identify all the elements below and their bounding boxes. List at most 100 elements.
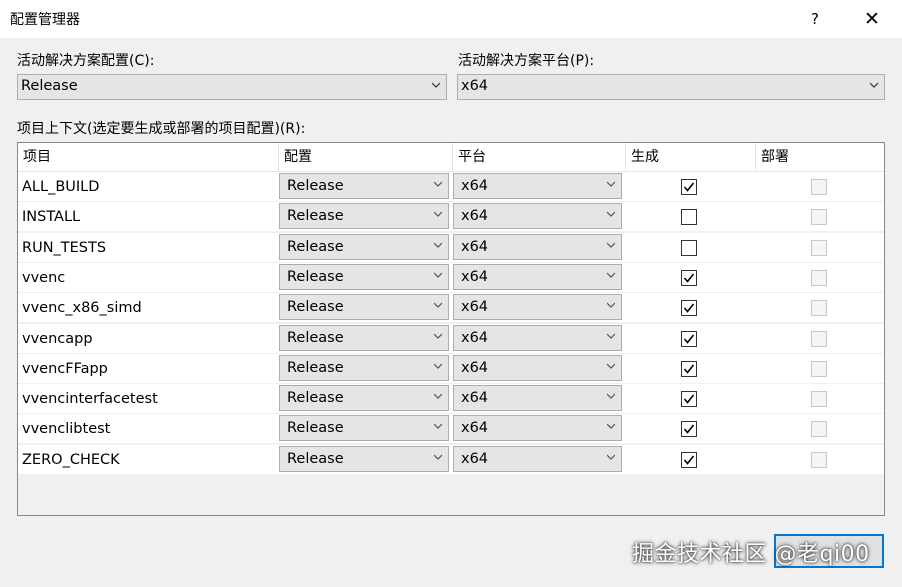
checkmark-icon: [683, 303, 695, 313]
row-config-value: Release: [287, 329, 344, 346]
row-platform-dropdown[interactable]: x64: [453, 203, 622, 230]
row-platform-dropdown[interactable]: x64: [453, 354, 622, 381]
row-config-value: Release: [287, 420, 344, 437]
row-config-value: Release: [287, 390, 344, 407]
table-row[interactable]: vvenc_x86_simd Release x64: [18, 293, 884, 324]
column-header-platform[interactable]: 平台: [453, 143, 626, 171]
row-config-dropdown[interactable]: Release: [279, 294, 449, 321]
row-config-dropdown[interactable]: Release: [279, 324, 449, 351]
active-platform-label: 活动解决方案平台(P):: [458, 53, 595, 69]
build-checkbox[interactable]: [681, 330, 697, 347]
row-platform-value: x64: [461, 390, 489, 407]
row-config-dropdown[interactable]: Release: [279, 385, 449, 412]
row-platform-value: x64: [461, 268, 489, 285]
project-name-cell: vvencapp: [22, 330, 93, 347]
row-platform-value: x64: [461, 450, 489, 467]
row-platform-dropdown[interactable]: x64: [453, 173, 622, 199]
table-row[interactable]: ZERO_CHECK Release x64: [18, 444, 884, 475]
deploy-checkbox: [811, 269, 827, 286]
build-checkbox[interactable]: [681, 209, 697, 226]
chevron-down-icon: [607, 423, 615, 430]
build-checkbox[interactable]: [681, 269, 697, 286]
deploy-checkbox: [811, 179, 827, 195]
active-config-dropdown[interactable]: Release: [17, 74, 447, 100]
table-row[interactable]: RUN_TESTS Release x64: [18, 232, 884, 263]
build-checkbox[interactable]: [681, 179, 697, 195]
row-platform-dropdown[interactable]: x64: [453, 294, 622, 321]
deploy-checkbox: [811, 360, 827, 377]
project-name-cell: RUN_TESTS: [22, 239, 107, 256]
checkmark-icon: [683, 273, 695, 283]
checkmark-icon: [683, 182, 695, 192]
active-platform-value: x64: [461, 78, 489, 94]
row-platform-dropdown[interactable]: x64: [453, 385, 622, 412]
table-row[interactable]: vvenc Release x64: [18, 262, 884, 293]
chevron-down-icon: [434, 363, 442, 369]
grid-header: 项目 配置 平台 生成 部署: [18, 143, 884, 172]
row-config-value: Release: [287, 450, 344, 467]
chevron-down-icon: [607, 211, 615, 218]
row-platform-dropdown[interactable]: x64: [453, 263, 622, 290]
row-platform-dropdown[interactable]: x64: [453, 445, 622, 472]
chevron-down-icon: [432, 82, 440, 88]
row-config-value: Release: [287, 268, 344, 285]
title-bar: 配置管理器 ? ✕: [0, 0, 902, 38]
build-checkbox[interactable]: [681, 391, 697, 408]
column-header-deploy[interactable]: 部署: [756, 143, 884, 171]
row-platform-dropdown[interactable]: x64: [453, 415, 622, 442]
project-name-cell: INSTALL: [22, 209, 81, 226]
row-config-dropdown[interactable]: Release: [279, 415, 449, 442]
chevron-down-icon: [434, 181, 442, 187]
column-header-project[interactable]: 项目: [18, 143, 279, 171]
deploy-checkbox: [811, 300, 827, 317]
row-config-dropdown[interactable]: Release: [279, 445, 449, 472]
chevron-down-icon: [434, 242, 442, 248]
build-checkbox[interactable]: [681, 451, 697, 468]
help-button[interactable]: ?: [798, 0, 832, 38]
table-row[interactable]: vvencapp Release x64: [18, 323, 884, 354]
row-platform-value: x64: [461, 238, 489, 255]
active-config-value: Release: [21, 78, 78, 94]
build-checkbox[interactable]: [681, 360, 697, 377]
row-config-value: Release: [287, 238, 344, 255]
column-header-config[interactable]: 配置: [279, 143, 453, 171]
row-platform-value: x64: [461, 420, 489, 437]
row-platform-value: x64: [461, 299, 489, 316]
row-platform-dropdown[interactable]: x64: [453, 324, 622, 351]
table-row[interactable]: vvencFFapp Release x64: [18, 353, 884, 384]
deploy-checkbox: [811, 209, 827, 226]
chevron-down-icon: [434, 302, 442, 309]
row-config-dropdown[interactable]: Release: [279, 263, 449, 290]
checkmark-icon: [683, 334, 695, 344]
row-config-value: Release: [287, 299, 344, 316]
chevron-down-icon: [870, 82, 878, 88]
table-row[interactable]: vvenclibtest Release x64: [18, 414, 884, 445]
chevron-down-icon: [607, 363, 615, 369]
project-name-cell: vvenclibtest: [22, 421, 111, 438]
active-config-label: 活动解决方案配置(C):: [17, 53, 155, 69]
project-context-grid: 项目 配置 平台 生成 部署 ALL_BUILD Release x64 INSTAL…: [17, 142, 885, 516]
row-config-dropdown[interactable]: Release: [279, 173, 449, 199]
watermark-text: 掘金技术社区 @老qi00: [632, 542, 870, 567]
build-checkbox[interactable]: [681, 239, 697, 256]
row-platform-dropdown[interactable]: x64: [453, 233, 622, 260]
row-config-dropdown[interactable]: Release: [279, 233, 449, 260]
column-header-build[interactable]: 生成: [626, 143, 756, 171]
chevron-down-icon: [434, 393, 442, 399]
deploy-checkbox: [811, 421, 827, 438]
checkmark-icon: [683, 394, 695, 404]
chevron-down-icon: [434, 333, 442, 339]
table-row[interactable]: INSTALL Release x64: [18, 202, 884, 233]
close-button[interactable]: ✕: [852, 0, 892, 38]
project-name-cell: vvenc: [22, 269, 66, 286]
row-config-dropdown[interactable]: Release: [279, 354, 449, 381]
chevron-down-icon: [607, 302, 615, 309]
row-config-dropdown[interactable]: Release: [279, 203, 449, 230]
table-row[interactable]: ALL_BUILD Release x64: [18, 172, 884, 202]
active-platform-dropdown[interactable]: x64: [457, 74, 885, 100]
build-checkbox[interactable]: [681, 421, 697, 438]
build-checkbox[interactable]: [681, 300, 697, 317]
table-row[interactable]: vvencinterfacetest Release x64: [18, 384, 884, 415]
row-platform-value: x64: [461, 359, 489, 376]
chevron-down-icon: [434, 211, 442, 218]
